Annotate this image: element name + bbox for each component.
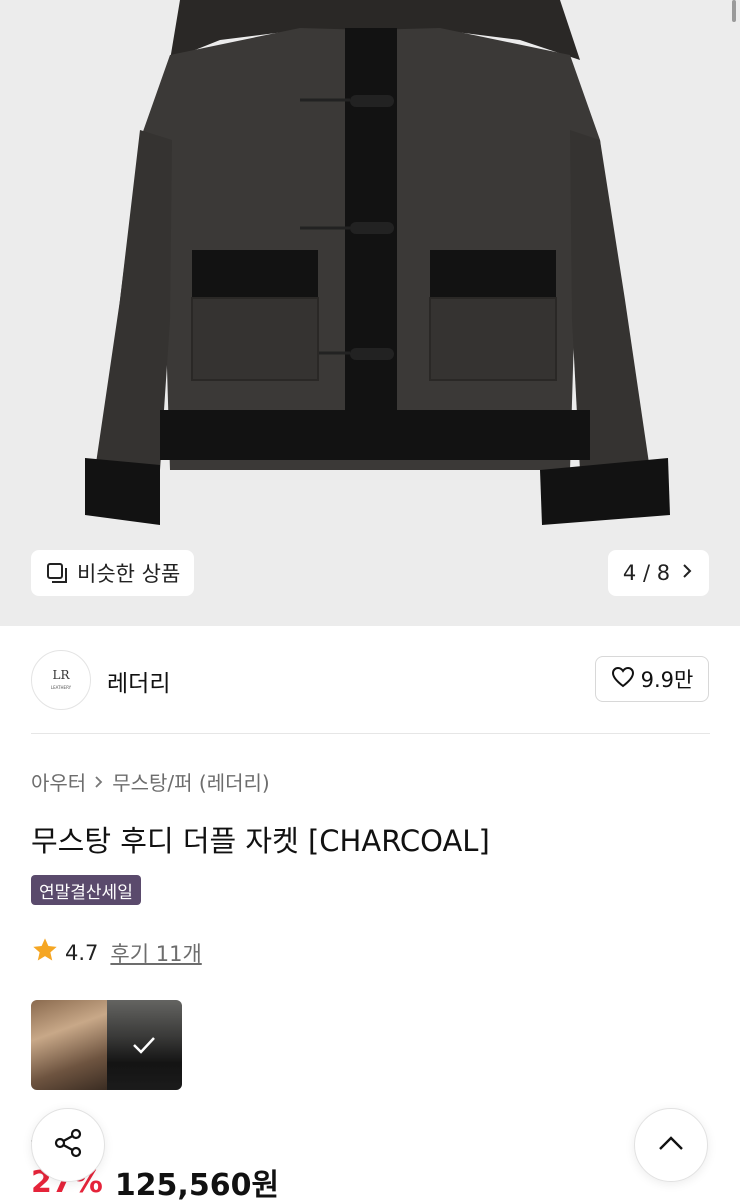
share-button[interactable] <box>31 1108 105 1182</box>
review-link[interactable]: 후기 11개 <box>110 938 201 968</box>
breadcrumb-item-subcategory[interactable]: 무스탕/퍼 (레더리) <box>112 767 270 796</box>
heart-icon <box>611 666 635 693</box>
product-image <box>0 0 740 626</box>
product-title: 무스탕 후디 더플 자켓 [CHARCOAL] <box>31 824 490 858</box>
sale-badge: 연말결산세일 <box>31 875 141 905</box>
rating-score: 4.7 <box>65 940 99 965</box>
scroll-top-button[interactable] <box>634 1108 708 1182</box>
similar-products-label: 비슷한 상품 <box>77 562 181 586</box>
chevron-up-icon <box>657 1134 685 1156</box>
brand-logo[interactable]: LR LEATHERY <box>31 650 91 710</box>
image-counter-button[interactable]: 4 / 8 <box>608 550 709 596</box>
image-counter: 4 / 8 <box>622 561 671 585</box>
brand-row: LR LEATHERY 레더리 9.9만 <box>0 626 740 734</box>
divider <box>31 733 710 734</box>
chevron-right-icon <box>94 770 104 794</box>
similar-icon <box>45 561 69 585</box>
like-button[interactable]: 9.9만 <box>595 656 709 702</box>
share-icon <box>51 1126 85 1164</box>
check-icon <box>106 1000 182 1090</box>
breadcrumb-item-category[interactable]: 아우터 <box>31 767 86 796</box>
color-options <box>31 1000 182 1090</box>
svg-text:LEATHERY: LEATHERY <box>51 685 72 690</box>
chevron-right-icon <box>680 561 694 585</box>
rating: 4.7 후기 11개 <box>31 936 202 969</box>
product-image-gallery[interactable]: 비슷한 상품 4 / 8 <box>0 0 740 626</box>
star-icon <box>31 936 59 969</box>
color-option-beige[interactable] <box>31 1000 107 1090</box>
like-count: 9.9만 <box>640 668 694 692</box>
breadcrumb: 아우터 무스탕/퍼 (레더리) <box>31 767 270 796</box>
scroll-indicator[interactable] <box>732 0 736 22</box>
similar-products-button[interactable]: 비슷한 상품 <box>31 550 195 596</box>
svg-text:LR: LR <box>52 668 70 682</box>
color-option-charcoal[interactable] <box>106 1000 182 1090</box>
sale-price: 125,560원 <box>114 1168 280 1200</box>
brand-name[interactable]: 레더리 <box>107 664 170 698</box>
